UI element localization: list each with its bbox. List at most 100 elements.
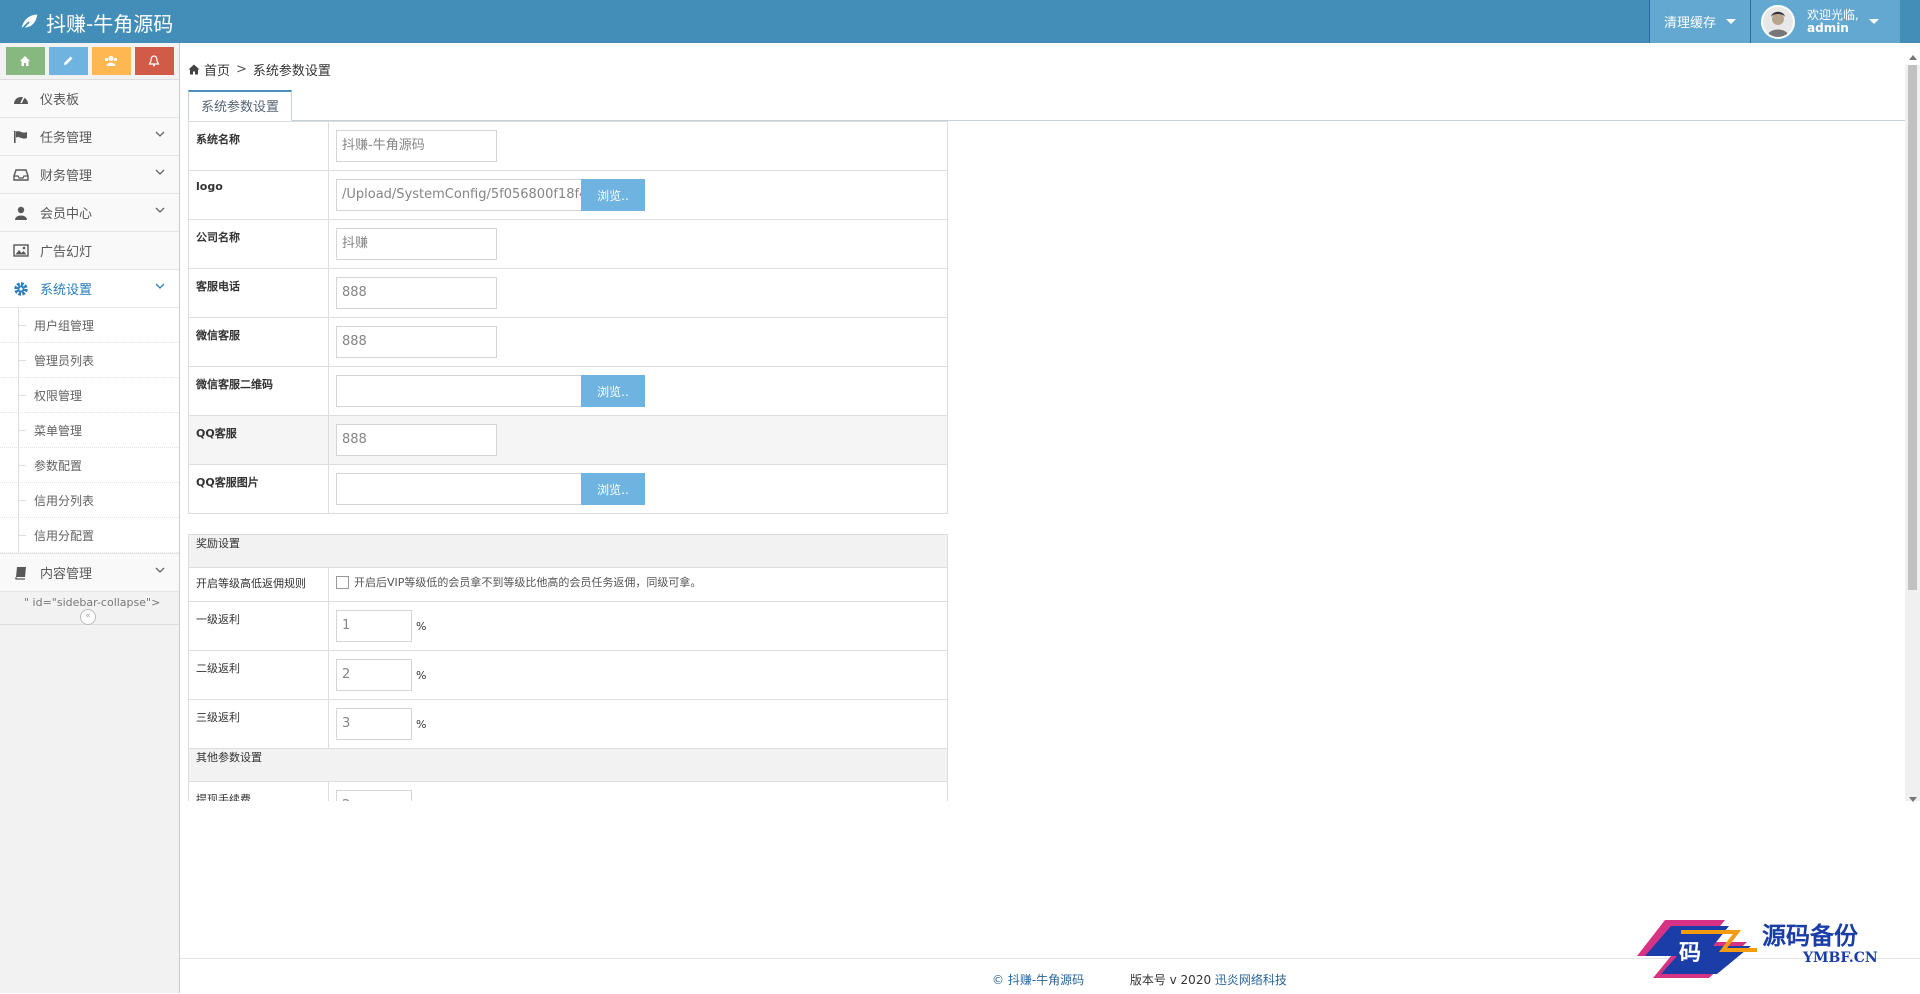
percent-unit: % — [416, 668, 427, 682]
sidebar-subitem-user-groups[interactable]: 用户组管理 — [0, 308, 179, 343]
sidebar-item-label: 会员中心 — [40, 207, 93, 222]
field-label: 公司名称 — [188, 219, 329, 269]
sidebar-item-label: 内容管理 — [40, 567, 93, 582]
qq-service-input[interactable]: 888 — [336, 424, 497, 456]
chevron-down-icon — [155, 207, 165, 213]
field-label: 三级返利 — [188, 699, 329, 749]
logo-path-input[interactable]: /Upload/SystemConfig/5f056800f18f4 — [336, 179, 585, 211]
chevron-down-icon — [1726, 19, 1736, 24]
scroll-thumb[interactable] — [1908, 65, 1917, 590]
chevron-down-icon — [155, 283, 165, 289]
sidebar-item-ads[interactable]: 广告幻灯 — [0, 232, 179, 270]
clear-cache-dropdown[interactable]: 清理缓存 — [1648, 0, 1750, 43]
main-content: 首页 > 系统参数设置 系统参数设置 系统名称 抖赚-牛角源码 logo /Up… — [180, 43, 1920, 993]
sidebar-item-label: 仪表板 — [40, 93, 80, 108]
bell-icon — [148, 55, 160, 67]
watermark-sub: YMBF.CN — [1803, 950, 1878, 966]
sidebar-subitem-permissions[interactable]: 权限管理 — [0, 378, 179, 413]
username: admin — [1807, 20, 1849, 35]
breadcrumb: 首页 > 系统参数设置 — [188, 60, 331, 79]
chevron-down-icon — [1868, 19, 1879, 24]
other-section-header: 其他参数设置 — [188, 748, 948, 782]
sidebar-item-content[interactable]: 内容管理 — [0, 554, 179, 592]
users-shortcut-button[interactable] — [91, 47, 131, 75]
wechat-qrcode-browse-button[interactable]: 浏览.. — [581, 375, 645, 407]
chevron-down-icon — [155, 169, 165, 175]
system-name-input[interactable]: 抖赚-牛角源码 — [336, 130, 497, 162]
sidebar-item-members[interactable]: 会员中心 — [0, 194, 179, 232]
chevron-down-icon — [155, 567, 165, 573]
notification-shortcut-button[interactable] — [134, 47, 174, 75]
page-scrollbar[interactable] — [1905, 55, 1920, 802]
subitem-label: 权限管理 — [34, 388, 83, 403]
reward-section-header: 奖励设置 — [188, 534, 948, 568]
cog-icon — [12, 280, 30, 298]
level2-rebate-input[interactable]: 2 — [336, 659, 412, 691]
breadcrumb-separator: > — [236, 62, 247, 77]
scroll-down-icon[interactable] — [1909, 797, 1917, 802]
top-navbar: 抖赚-牛角源码 清理缓存 欢迎光临, admin — [0, 0, 1920, 43]
field-label: 微信客服二维码 — [188, 366, 329, 416]
sidebar-item-tasks[interactable]: 任务管理 — [0, 118, 179, 156]
welcome-text: 欢迎光临, — [1807, 7, 1859, 22]
watermark-text: 源码备份 — [1762, 921, 1858, 950]
level3-rebate-input[interactable]: 3 — [336, 708, 412, 740]
user-menu[interactable]: 欢迎光临, admin — [1750, 0, 1900, 43]
pencil-icon — [64, 56, 73, 65]
subitem-label: 参数配置 — [34, 458, 83, 473]
sidebar-subitem-credit-list[interactable]: 信用分列表 — [0, 483, 179, 518]
level1-rebate-input[interactable]: 1 — [336, 610, 412, 642]
subitem-label: 菜单管理 — [34, 423, 83, 438]
logo-browse-button[interactable]: 浏览.. — [581, 179, 645, 211]
wechat-qrcode-input[interactable] — [336, 375, 585, 407]
footer-version: 版本号 v 2020 — [1129, 973, 1212, 987]
qq-image-browse-button[interactable]: 浏览.. — [581, 473, 645, 505]
edit-shortcut-button[interactable] — [48, 47, 88, 75]
company-name-input[interactable]: 抖赚 — [336, 228, 497, 260]
field-label: 一级返利 — [188, 601, 329, 651]
book-icon — [12, 564, 30, 582]
field-label: QQ客服 — [188, 415, 329, 465]
brand-title: 抖赚-牛角源码 — [46, 11, 174, 36]
withdraw-fee-input[interactable]: 2 — [336, 790, 412, 801]
field-label: 微信客服 — [188, 317, 329, 367]
field-label: 开启等级高低返佣规则 — [188, 567, 329, 602]
watermark-emblem-icon: 码 — [1637, 920, 1757, 978]
wechat-service-input[interactable]: 888 — [336, 326, 497, 358]
breadcrumb-home-link[interactable]: 首页 — [204, 60, 230, 79]
home-icon — [188, 64, 200, 75]
avatar — [1761, 4, 1795, 39]
percent-unit: % — [416, 619, 427, 633]
home-shortcut-button[interactable] — [5, 47, 45, 75]
tab-system-params[interactable]: 系统参数设置 — [188, 90, 293, 121]
user-avatar-icon — [1767, 11, 1789, 37]
leaf-icon — [20, 14, 38, 31]
sidebar-subitem-menus[interactable]: 菜单管理 — [0, 413, 179, 448]
footer-copyright: © 抖赚-牛角源码 — [992, 973, 1085, 987]
sidebar: 仪表板 任务管理 财务管理 会员中心 广告幻灯 系统设置 用户组管理 管理员列表… — [0, 43, 180, 993]
inbox-icon — [12, 166, 30, 184]
vip-rule-description: 开启后VIP等级低的会员拿不到等级比他高的会员任务返佣，同级可拿。 — [354, 576, 702, 589]
vip-rule-checkbox[interactable] — [336, 575, 349, 589]
clear-cache-label: 清理缓存 — [1663, 16, 1716, 31]
field-label: 提现手续费 — [188, 781, 329, 801]
sidebar-subitem-credit-config[interactable]: 信用分配置 — [0, 518, 179, 553]
service-phone-input[interactable]: 888 — [336, 277, 497, 309]
brand-logo[interactable]: 抖赚-牛角源码 — [18, 7, 173, 37]
watermark-glyph: 码 — [1679, 940, 1701, 966]
scroll-up-icon[interactable] — [1909, 55, 1917, 60]
breadcrumb-current: 系统参数设置 — [252, 64, 331, 79]
sidebar-subitem-params[interactable]: 参数配置 — [0, 448, 179, 483]
shortcut-buttons — [0, 43, 179, 80]
qq-image-input[interactable] — [336, 473, 585, 505]
collapse-sidebar-button[interactable]: « — [80, 609, 96, 625]
subitem-label: 信用分列表 — [34, 493, 95, 508]
field-label: 系统名称 — [188, 121, 329, 171]
sidebar-item-dashboard[interactable]: 仪表板 — [0, 80, 179, 118]
user-icon — [12, 204, 30, 222]
sidebar-item-finance[interactable]: 财务管理 — [0, 156, 179, 194]
sidebar-item-system-settings[interactable]: 系统设置 — [0, 270, 179, 308]
subitem-label: 用户组管理 — [34, 318, 95, 333]
sidebar-item-label: 财务管理 — [40, 169, 93, 184]
sidebar-subitem-admins[interactable]: 管理员列表 — [0, 343, 179, 378]
